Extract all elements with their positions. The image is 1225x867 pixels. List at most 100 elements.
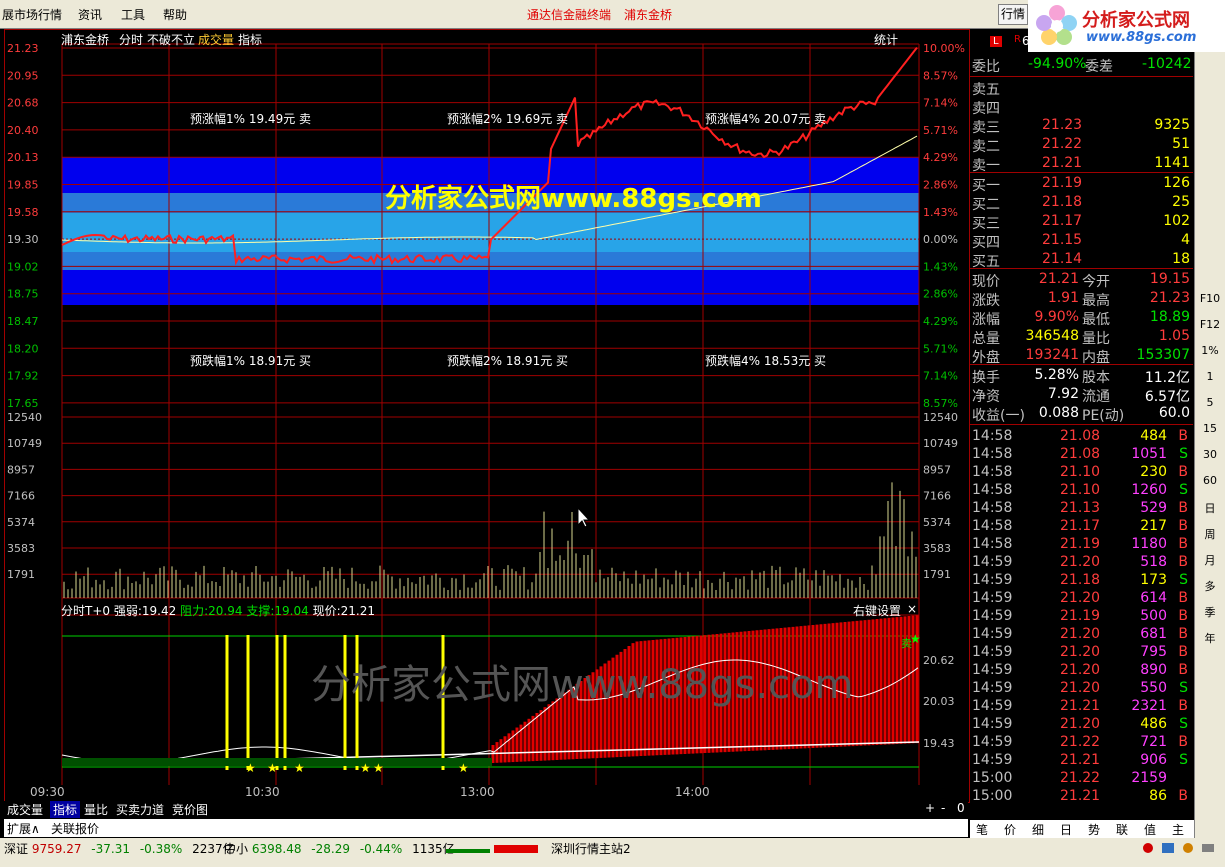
chart-mode-intraday[interactable]: 分时 [119, 31, 143, 48]
tick-volume: 890 [1140, 662, 1167, 678]
tick-side: B [1178, 698, 1188, 714]
intraday-chart[interactable]: 21.23 10.00% 20.95 8.57% 20.68 7.14% 20.40 5.71… [4, 29, 970, 803]
toolbar-button[interactable]: F10 [1197, 292, 1223, 305]
buy-price: 21.14 [1042, 251, 1083, 267]
tick-side: B [1178, 644, 1188, 660]
tick-price: 21.20 [1060, 626, 1101, 642]
price-tick-label: 19.02 [7, 260, 39, 273]
buy-price: 21.15 [1042, 232, 1083, 248]
tick-side: S [1179, 446, 1188, 462]
toolbar-button[interactable]: 1% [1197, 344, 1223, 357]
tab-auction[interactable]: 竞价图 [169, 801, 211, 818]
tick-side: S [1179, 716, 1188, 732]
extend-button[interactable]: 扩展∧ [7, 820, 40, 837]
panel-tab[interactable]: 笔 [976, 821, 988, 838]
divider [970, 364, 1193, 365]
toolbar-button[interactable]: 日 [1197, 500, 1223, 516]
pct-tick-label: 1.43% [923, 260, 958, 273]
vol-tick-label: 10749 [7, 437, 42, 450]
buy-row[interactable]: 买四 21.15 4 [970, 232, 1193, 251]
related-quote-button[interactable]: 关联报价 [51, 820, 99, 837]
tick-time: 14:58 [972, 500, 1013, 516]
sell-level-label: 卖四 [972, 101, 1000, 117]
tab-volume-ratio[interactable]: 量比 [81, 801, 111, 818]
buy-level-label: 买四 [972, 235, 1000, 251]
pct-tick-label: 5.71% [923, 124, 958, 137]
app-title: 通达信金融终端 [527, 8, 612, 22]
star-icon: ★ [373, 761, 384, 775]
chart-volume-label[interactable]: 成交量 [198, 31, 234, 48]
toolbar-button[interactable]: 60 [1197, 474, 1223, 487]
toolbar-button[interactable]: 多 [1197, 578, 1223, 594]
toolbar-button[interactable]: 季 [1197, 604, 1223, 620]
buy-row[interactable]: 买五 21.14 18 [970, 251, 1193, 270]
vol-tick-label: 3583 [7, 542, 35, 555]
zx-change: -28.29 [311, 842, 350, 856]
resist-label: 阻力: [180, 604, 209, 618]
menu-item-help[interactable]: 帮助 [163, 6, 187, 23]
status-dot-icon [1183, 843, 1193, 853]
tick-volume: 2159 [1131, 770, 1167, 786]
toolbar-button[interactable]: 15 [1197, 422, 1223, 435]
time-tick-label: 10:30 [245, 785, 280, 799]
stat-value: 21.23 [1149, 290, 1190, 306]
toolbar-button[interactable]: 30 [1197, 448, 1223, 461]
buy-price: 21.17 [1042, 213, 1083, 229]
quote-button[interactable]: 行情 [998, 4, 1028, 25]
buy-row[interactable]: 买一 21.19 126 [970, 175, 1193, 194]
tab-volume[interactable]: 成交量 [4, 801, 46, 818]
stat-label: 换手 [972, 370, 1000, 386]
toolbar-button[interactable]: 5 [1197, 396, 1223, 409]
menu-item-tools[interactable]: 工具 [121, 6, 145, 23]
panel-tab[interactable]: 价 [1004, 821, 1016, 838]
sell-row[interactable]: 卖三 21.23 9325 [970, 117, 1193, 136]
stat-label: 现价 [972, 274, 1000, 290]
menu-item-market[interactable]: 展市场行情 [2, 6, 62, 23]
panel-tab[interactable]: 势 [1088, 821, 1100, 838]
panel-tab[interactable]: 主 [1172, 821, 1184, 838]
buy-row[interactable]: 买三 21.17 102 [970, 213, 1193, 232]
toolbar-button[interactable]: 1 [1197, 370, 1223, 383]
sell-row[interactable]: 卖五 [970, 79, 1193, 98]
tick-time: 14:59 [972, 734, 1013, 750]
tick-row: 15:00 21.21 86 B [970, 788, 1193, 806]
status-icons [1143, 843, 1214, 853]
tick-time: 14:59 [972, 716, 1013, 732]
tick-side: S [1179, 572, 1188, 588]
stat-label: 量比 [1082, 331, 1110, 347]
tick-volume: 1260 [1131, 482, 1167, 498]
indicator-close-icon[interactable]: × [907, 602, 917, 616]
menu-item-news[interactable]: 资讯 [78, 6, 102, 23]
chart-mode-indicator[interactable]: 不破不立 [147, 31, 195, 48]
indicator-settings[interactable]: 右键设置 [853, 602, 901, 619]
stat-label: 涨幅 [972, 312, 1000, 328]
zoom-in-button[interactable]: + [922, 801, 938, 815]
zoom-out-button[interactable]: - [938, 801, 948, 815]
sell-row[interactable]: 卖四 [970, 98, 1193, 117]
panel-tab[interactable]: 细 [1032, 821, 1044, 838]
alert-icon [1143, 843, 1153, 853]
sell-row[interactable]: 卖一 21.21 1141 [970, 155, 1193, 174]
tab-indicator[interactable]: 指标 [50, 801, 81, 818]
panel-tab[interactable]: 值 [1144, 821, 1156, 838]
panel-tab[interactable]: 联 [1116, 821, 1128, 838]
sell-row[interactable]: 卖二 21.22 51 [970, 136, 1193, 155]
buy-row[interactable]: 买二 21.18 25 [970, 194, 1193, 213]
chart-indicator-label[interactable]: 指标 [238, 31, 262, 48]
tick-price: 21.20 [1060, 716, 1101, 732]
indicator-header: 分时T+0 强弱:19.42 阻力:20.94 支撑:19.04 现价:21.2… [61, 602, 375, 619]
star-icon: ★ [267, 761, 278, 775]
zoom-reset-button[interactable]: 0 [954, 801, 968, 815]
tab-buy-sell-force[interactable]: 买卖力道 [113, 801, 167, 818]
toolbar-button[interactable]: 年 [1197, 630, 1223, 646]
tick-time: 14:59 [972, 662, 1013, 678]
chart-tabs: 成交量 指标 量比 买卖力道 竞价图 + - 0 [4, 801, 968, 818]
star-icon: ★ [245, 761, 256, 775]
toolbar-button[interactable]: 月 [1197, 552, 1223, 568]
toolbar-button[interactable]: F12 [1197, 318, 1223, 331]
toolbar-button[interactable]: 周 [1197, 526, 1223, 542]
tick-price: 21.10 [1060, 464, 1101, 480]
tick-volume: 486 [1140, 716, 1167, 732]
stats-button[interactable]: 统计 [874, 31, 898, 48]
panel-tab[interactable]: 日 [1060, 821, 1072, 838]
